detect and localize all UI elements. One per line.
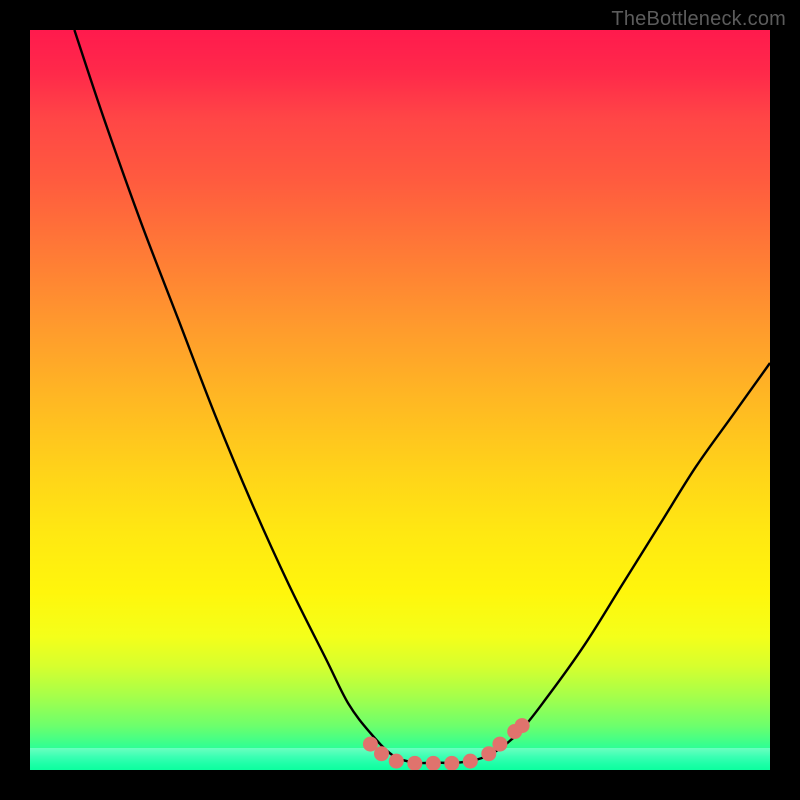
chart-frame: TheBottleneck.com [0,0,800,800]
curve-marker [463,754,478,769]
curve-marker [444,756,459,770]
curve-overlay-svg [30,30,770,770]
curve-marker [426,756,441,770]
curve-marker [515,718,530,733]
attribution-text: TheBottleneck.com [611,8,786,31]
curve-markers [363,718,530,770]
curve-marker [374,746,389,761]
curve-marker [389,754,404,769]
bottleneck-curve [74,30,770,763]
plot-area [30,30,770,770]
curve-marker [492,737,507,752]
curve-marker [407,756,422,770]
